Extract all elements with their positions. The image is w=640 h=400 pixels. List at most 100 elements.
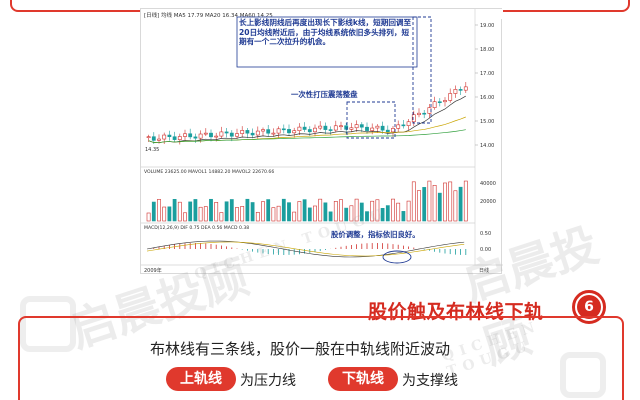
candle-body [183,133,187,137]
volume-bar [219,212,224,222]
price-axis-label: 15.00 [480,119,494,125]
candle-body [313,127,317,133]
candle-body [162,134,167,140]
volume-bar [323,202,328,222]
volume-bar [281,198,286,222]
candle-body [359,124,364,128]
candle-body [151,136,156,141]
volume-bar [209,198,213,222]
price-axis-label: 19.00 [480,23,494,29]
annotation-macd-text: 股价调整，指标依旧良好。 [330,230,420,239]
volume-bar [380,208,385,222]
candle-body [302,126,307,130]
kline-chart: [日线] 均线 MA5 17.79 MA20 16.34 MA60 14.25 … [141,9,503,274]
bottom-left-label: 2009年 [144,267,162,274]
moving-average-line [148,116,466,144]
volume-bar [401,211,406,222]
candle-body [281,128,286,131]
macd-header-text: MACD(12,26,9) DIF 0.75 DEA 0.56 MACD 0.3… [144,225,249,231]
candle-body [443,100,447,103]
candle-body [146,136,151,138]
volume-bar [370,200,375,222]
candle-body [406,121,411,126]
volume-bar [365,211,369,222]
candle-body [453,89,458,94]
volume-bar [432,184,437,222]
candle-body [209,132,213,138]
candle-body [292,130,297,134]
volume-bar [250,202,255,222]
candle-body [448,93,453,101]
candle-body [437,101,442,104]
volume-axis-label: 20000 [480,199,496,205]
candle-body [177,136,182,140]
volume-bar [183,212,187,222]
volume-bar [245,198,250,222]
candle-body [287,129,291,134]
macd-axis: 0.50 0.00 [480,231,491,253]
candle-body [214,135,219,138]
volume-bar [229,199,234,222]
volume-bar [162,206,167,222]
candle-body [380,125,385,131]
annotation-main-wrap: 长上影线阴线后再度出现长下影线k线，短期回调至20日均线附近后，由于均线系统依旧… [239,18,412,47]
volume-bar [359,202,364,222]
volume-axis-label: 40000 [480,181,496,187]
volume-bar [266,199,271,222]
candle-body [229,132,234,137]
volume-bar [287,202,291,222]
candle-body [333,125,338,131]
candle-body [188,133,193,138]
annotation-box-text: 一次性打压震荡整盘 [291,90,358,99]
moving-average-line [148,95,466,144]
price-axis-label: 17.00 [480,71,494,77]
annotation-main-text: 长上影线阴线后再度出现长下影线k线，短期回调至20日均线附近后，由于均线系统依旧… [239,18,412,47]
candle-body [339,125,343,128]
candle-body [328,129,333,131]
volume-bar [224,201,229,222]
volume-bar [375,199,380,222]
candle-body [261,129,265,132]
volume-bar [458,186,463,222]
volume-bar [297,201,302,222]
volume-bar [396,202,401,222]
volume-bar [406,200,411,222]
candle-body [427,107,432,114]
price-axis: 19.00 18.00 17.00 16.00 15.00 14.00 [475,23,494,149]
volume-bar [261,201,265,222]
macd-axis-label: 0.50 [480,231,491,237]
volume-bar [271,207,276,222]
volume-bar [151,201,156,222]
candle-body [391,128,395,133]
volume-bar [240,206,245,222]
volume-bar [198,206,203,222]
lower-band-pill: 下轨线 [328,367,398,391]
volume-bar [339,199,343,222]
volume-bar [193,199,198,222]
bollinger-description: 布林线有三条线，股价一般在中轨线附近波动 [150,340,451,358]
candle-body [245,130,250,134]
volume-panel [146,180,468,222]
candle-body [458,89,463,91]
candle-body [219,131,224,137]
volume-bar [443,182,447,222]
volume-bar [157,199,161,222]
stock-chart-image: [日线] 均线 MA5 17.79 MA20 16.34 MA60 14.25 … [140,8,503,274]
candle-body [193,136,198,139]
candle-body [235,133,239,137]
volume-bar [333,201,338,222]
price-axis-label: 18.00 [480,47,494,53]
candle-body [401,124,406,127]
volume-bar [167,206,172,222]
volume-bar [427,180,432,222]
price-axis-label: 16.00 [480,95,494,101]
volume-bar [313,205,317,222]
candle-body [224,131,229,134]
volume-bar [235,207,239,222]
candle-body [318,125,323,129]
volume-bar [448,181,453,222]
upper-band-pill: 上轨线 [166,367,236,391]
volume-bar [417,190,421,222]
candle-body [276,128,281,134]
candle-body [250,132,255,136]
